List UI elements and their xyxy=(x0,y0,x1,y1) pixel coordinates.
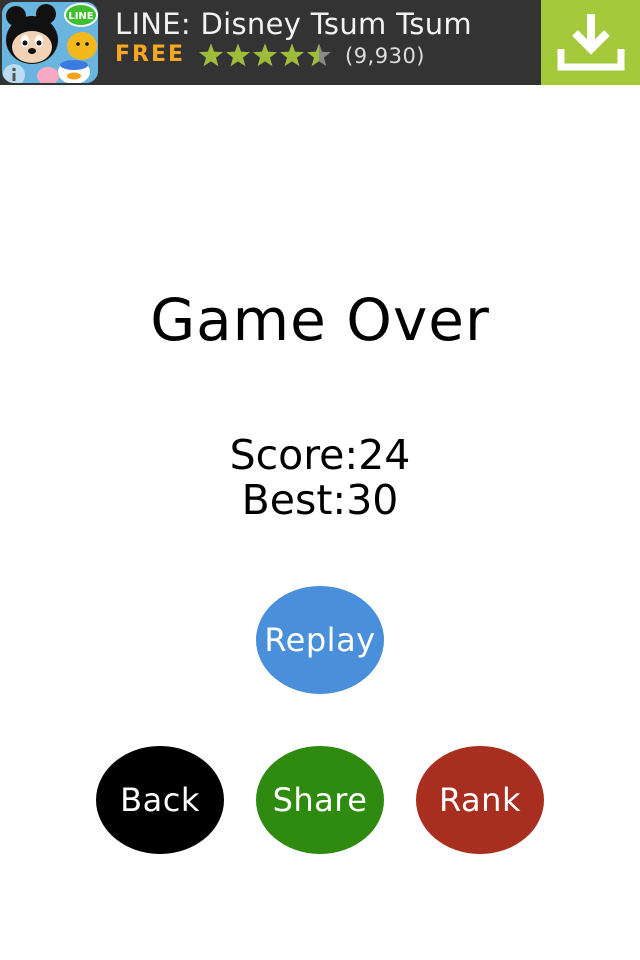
info-icon[interactable] xyxy=(2,63,26,83)
tsum-tsum-app-icon[interactable]: LINE xyxy=(2,2,98,83)
score-block: Score:24 Best:30 xyxy=(0,433,640,523)
replay-button[interactable]: Replay xyxy=(256,586,384,694)
ad-review-count: (9,930) xyxy=(345,44,426,68)
rating-star-filled xyxy=(253,43,277,67)
install-button[interactable] xyxy=(541,0,640,85)
ad-banner[interactable]: LINE LINE: Disney Tsum Tsum FREE (9,930) xyxy=(0,0,640,85)
best-score-text: Best:30 xyxy=(241,476,399,524)
rank-button[interactable]: Rank xyxy=(416,746,544,854)
back-button[interactable]: Back xyxy=(96,746,224,854)
game-over-title: Game Over xyxy=(150,286,490,354)
download-icon xyxy=(557,14,625,71)
share-button[interactable]: Share xyxy=(256,746,384,854)
ad-price: FREE xyxy=(115,42,186,67)
rating-star-filled xyxy=(226,43,250,67)
game-over-screen: LINE LINE: Disney Tsum Tsum FREE (9,930)… xyxy=(0,0,640,960)
rating-star-filled xyxy=(199,43,223,67)
score-text: Score:24 xyxy=(229,431,411,479)
ad-title[interactable]: LINE: Disney Tsum Tsum xyxy=(115,7,472,41)
rating-star-filled xyxy=(280,43,304,67)
rating-stars xyxy=(199,43,331,67)
line-badge-text: LINE xyxy=(68,11,93,22)
